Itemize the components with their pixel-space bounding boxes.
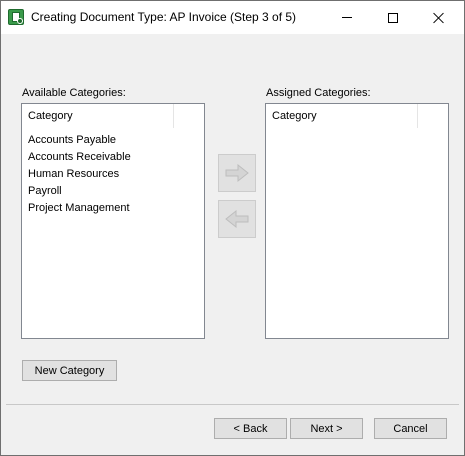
title-bar[interactable]: Creating Document Type: AP Invoice (Step…: [1, 1, 464, 34]
next-button[interactable]: Next >: [290, 418, 363, 439]
list-item[interactable]: Accounts Receivable: [28, 149, 131, 166]
close-button[interactable]: [416, 1, 462, 34]
move-right-button[interactable]: [218, 154, 256, 192]
document-type-app-icon: [8, 9, 24, 25]
available-categories-label: Available Categories:: [22, 87, 126, 99]
available-categories-list[interactable]: Category Accounts Payable Accounts Recei…: [21, 103, 205, 339]
list-item[interactable]: Project Management: [28, 200, 131, 217]
available-list-header: Category: [22, 104, 204, 128]
available-category-column-header[interactable]: Category: [22, 104, 174, 128]
window-title: Creating Document Type: AP Invoice (Step…: [31, 10, 297, 24]
back-button[interactable]: < Back: [214, 418, 287, 439]
gear-shape: [17, 18, 23, 24]
close-icon: [433, 12, 445, 24]
maximize-icon: [388, 12, 398, 23]
list-item[interactable]: Accounts Payable: [28, 132, 131, 149]
assigned-categories-list[interactable]: Category: [265, 103, 449, 339]
assigned-categories-label: Assigned Categories:: [266, 87, 371, 99]
list-item[interactable]: Payroll: [28, 183, 131, 200]
right-arrow-icon: [225, 163, 249, 183]
maximize-button[interactable]: [370, 1, 416, 34]
new-category-button[interactable]: New Category: [22, 360, 117, 381]
minimize-button[interactable]: [324, 1, 370, 34]
dialog-window: Creating Document Type: AP Invoice (Step…: [0, 0, 465, 456]
cancel-button[interactable]: Cancel: [374, 418, 447, 439]
list-item[interactable]: Human Resources: [28, 166, 131, 183]
move-left-button[interactable]: [218, 200, 256, 238]
minimize-icon: [342, 17, 352, 18]
assigned-category-column-header[interactable]: Category: [266, 104, 418, 128]
left-arrow-icon: [225, 209, 249, 229]
footer-separator: [6, 404, 459, 405]
assigned-list-header: Category: [266, 104, 448, 128]
available-list-items: Accounts Payable Accounts Receivable Hum…: [28, 132, 131, 217]
